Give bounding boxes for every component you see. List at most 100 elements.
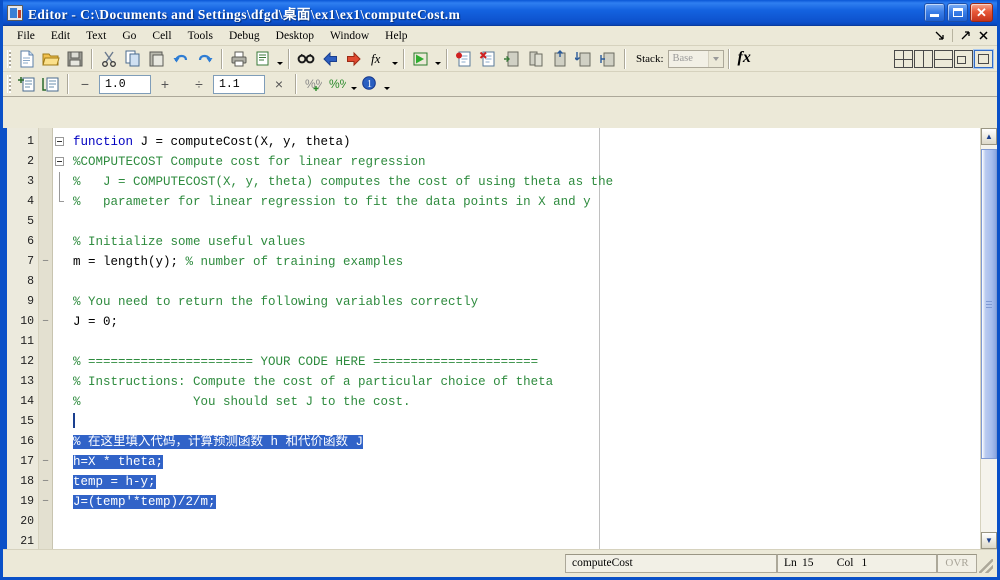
scroll-up-button[interactable]: ▲ (981, 128, 997, 145)
breakpoint-marker[interactable] (39, 392, 52, 412)
menu-close-icon[interactable] (976, 28, 991, 43)
percent-remove-caret[interactable] (349, 73, 358, 95)
fold-marker[interactable] (53, 372, 69, 392)
fold-marker[interactable] (53, 472, 69, 492)
toolbar-grip[interactable] (7, 49, 11, 68)
menu-text[interactable]: Text (78, 28, 114, 44)
code-line[interactable]: function J = computeCost(X, y, theta) (69, 132, 980, 152)
menu-help[interactable]: Help (377, 28, 415, 44)
breakpoint-marker[interactable] (39, 272, 52, 292)
cell-value-b-input[interactable]: 1.1 (213, 74, 265, 94)
fold-collapse-icon[interactable] (55, 137, 64, 146)
code-line[interactable]: % You should set J to the cost. (69, 392, 980, 412)
fold-marker[interactable] (53, 172, 69, 192)
breakpoint-marker[interactable] (39, 412, 52, 432)
tile-4-icon[interactable] (894, 49, 913, 68)
code-line[interactable]: J = 0; (69, 312, 980, 332)
run-icon[interactable] (410, 48, 432, 70)
code-line[interactable]: m = length(y); % number of training exam… (69, 252, 980, 272)
cell-eval-caret[interactable] (382, 73, 391, 95)
fold-marker[interactable] (53, 392, 69, 412)
fold-marker[interactable] (53, 132, 69, 152)
print-preview-icon[interactable] (252, 48, 274, 70)
exit-debug-icon[interactable] (597, 48, 619, 70)
breakpoint-marker[interactable]: − (39, 252, 52, 272)
single-pane-icon[interactable] (973, 48, 994, 69)
scroll-track[interactable] (981, 145, 997, 532)
menu-cell[interactable]: Cell (144, 28, 179, 44)
function-browser-icon[interactable]: fx (367, 48, 389, 70)
code-text-area[interactable]: function J = computeCost(X, y, theta) %CO… (69, 128, 980, 549)
fold-marker[interactable] (53, 412, 69, 432)
fold-marker[interactable] (53, 232, 69, 252)
cell-value-a-input[interactable]: 1.0 (99, 74, 151, 94)
code-line[interactable]: % 在这里填入代码，计算预测函数 h 和代价函数 J (69, 432, 980, 452)
cut-icon[interactable] (98, 48, 120, 70)
breakpoint-marker[interactable] (39, 352, 52, 372)
code-line[interactable]: J=(temp'*temp)/2/m; (69, 492, 980, 512)
menu-edit[interactable]: Edit (43, 28, 78, 44)
code-line[interactable]: h=X * theta; (69, 452, 980, 472)
code-line[interactable] (69, 512, 980, 532)
percent-remove-icon[interactable]: %% (326, 73, 348, 95)
fold-marker[interactable] (53, 332, 69, 352)
code-folding-gutter[interactable] (53, 128, 69, 549)
breakpoint-marker[interactable] (39, 432, 52, 452)
code-line[interactable] (69, 532, 980, 549)
insert-cell-divider-icon[interactable] (40, 73, 62, 95)
copy-icon[interactable] (122, 48, 144, 70)
breakpoint-marker[interactable] (39, 232, 52, 252)
fold-collapse-icon[interactable] (55, 157, 64, 166)
code-editor[interactable]: 1234567891011121314151617181920212223 −−… (3, 128, 997, 577)
menu-window[interactable]: Window (322, 28, 377, 44)
tile-vertical-icon[interactable] (914, 49, 933, 68)
maximize-button[interactable] (947, 3, 968, 22)
menu-tools[interactable]: Tools (180, 28, 221, 44)
fold-marker[interactable] (53, 292, 69, 312)
breakpoint-marker[interactable]: − (39, 492, 52, 512)
stack-select[interactable]: Base (667, 49, 724, 68)
fold-marker[interactable] (53, 432, 69, 452)
vertical-scrollbar[interactable]: ▲ ▼ (980, 128, 997, 549)
fold-marker[interactable] (53, 352, 69, 372)
menu-debug[interactable]: Debug (221, 28, 268, 44)
save-icon[interactable] (64, 48, 86, 70)
new-file-icon[interactable] (16, 48, 38, 70)
scroll-down-button[interactable]: ▼ (981, 532, 997, 549)
function-browser-caret[interactable] (390, 48, 399, 70)
chevron-down-icon[interactable] (707, 50, 723, 67)
print-preview-dropdown-caret[interactable] (275, 48, 284, 70)
breakpoint-marker[interactable] (39, 512, 52, 532)
insert-cell-icon[interactable] (16, 73, 38, 95)
set-breakpoint-icon[interactable] (453, 48, 475, 70)
breakpoint-marker[interactable] (39, 372, 52, 392)
resize-grip-icon[interactable] (979, 559, 993, 573)
breakpoint-gutter[interactable]: − − − − − (39, 128, 53, 549)
breakpoint-marker[interactable] (39, 152, 52, 172)
fold-marker[interactable] (53, 452, 69, 472)
back-arrow-icon[interactable] (319, 48, 341, 70)
run-dropdown-caret[interactable] (433, 48, 442, 70)
code-line[interactable]: %COMPUTECOST Compute cost for linear reg… (69, 152, 980, 172)
fold-marker[interactable] (53, 492, 69, 512)
step-out-icon[interactable] (549, 48, 571, 70)
print-icon[interactable] (228, 48, 250, 70)
divide-button[interactable]: ÷ (188, 73, 210, 95)
scroll-thumb[interactable] (981, 149, 997, 459)
breakpoint-marker[interactable]: − (39, 472, 52, 492)
cell-toolbar-grip[interactable] (7, 75, 11, 93)
fold-marker[interactable] (53, 152, 69, 172)
undock-arrow-icon[interactable] (932, 28, 947, 43)
step-icon[interactable] (501, 48, 523, 70)
undo-icon[interactable] (170, 48, 192, 70)
code-line[interactable]: % J = COMPUTECOST(X, y, theta) computes … (69, 172, 980, 192)
percent-add-icon[interactable]: %% (302, 73, 324, 95)
fx-icon[interactable]: fx (734, 49, 755, 67)
menu-go[interactable]: Go (114, 28, 144, 44)
menu-desktop[interactable]: Desktop (268, 28, 322, 44)
close-button[interactable]: ✕ (970, 3, 993, 22)
multiply-button[interactable]: × (268, 73, 290, 95)
breakpoint-marker[interactable] (39, 132, 52, 152)
minimize-button[interactable] (924, 3, 945, 22)
clear-breakpoints-icon[interactable] (477, 48, 499, 70)
